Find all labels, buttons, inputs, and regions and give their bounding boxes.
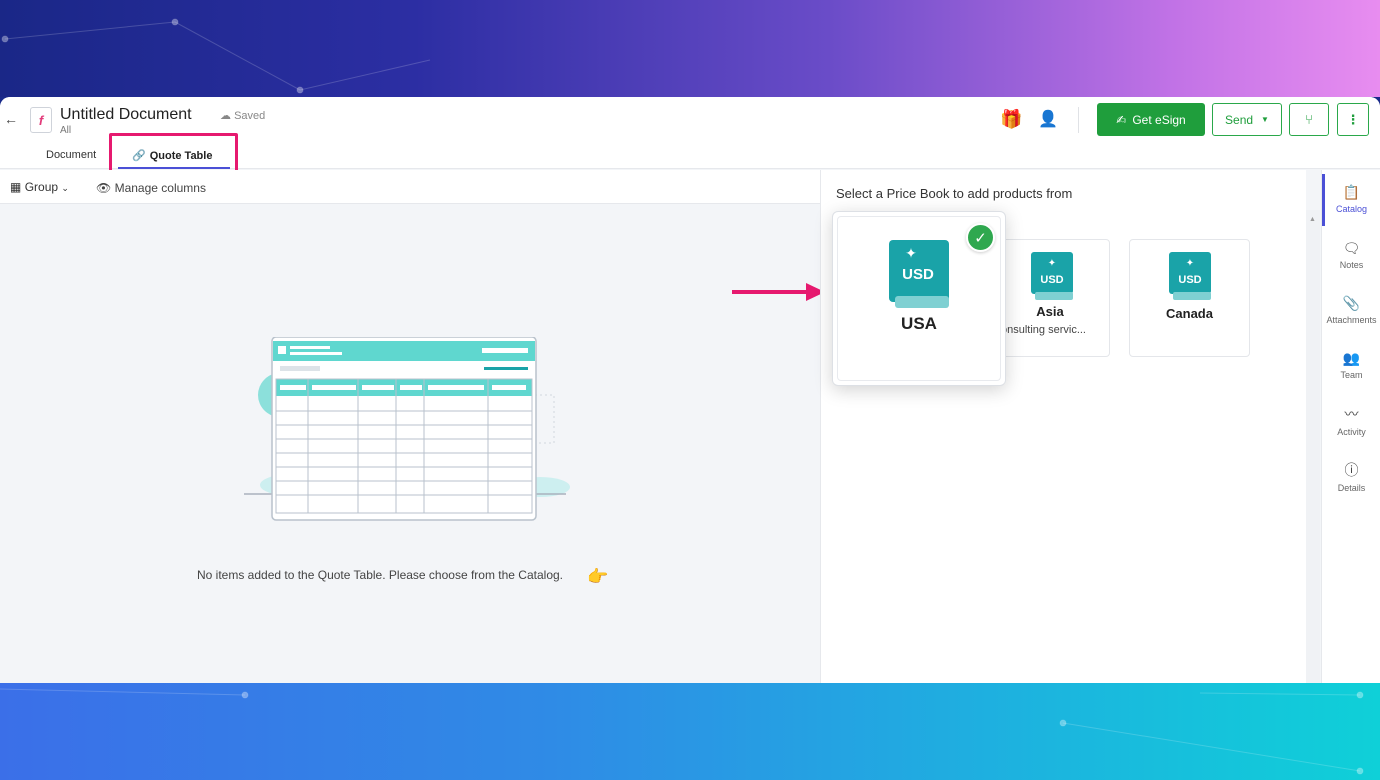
background-bottom	[0, 683, 1380, 780]
get-esign-button[interactable]: ✍ Get eSign	[1097, 103, 1205, 136]
saved-label: Saved	[234, 110, 266, 122]
paperclip-icon: 📎	[1342, 295, 1361, 311]
saved-status: ☁ Saved	[220, 109, 265, 122]
rail-item-activity[interactable]: 〰 Activity	[1322, 404, 1380, 454]
table-toolbar: ▦ Group ⌄ 👁 Manage columns	[0, 170, 820, 204]
price-book-icon: ✦ USD	[889, 240, 949, 308]
document-title[interactable]: Untitled Document	[60, 106, 192, 124]
network-pattern-bottom	[0, 688, 1364, 775]
arrow-annotation	[732, 283, 825, 301]
rail-item-catalog[interactable]: 📋 Catalog	[1322, 184, 1380, 234]
svg-text:✦: ✦	[1048, 258, 1056, 269]
divider	[1078, 107, 1079, 133]
price-book-name: Asia	[1036, 304, 1064, 319]
document-icon: f	[30, 107, 52, 133]
tab-document[interactable]: Document	[46, 149, 96, 161]
price-book-description: onsulting servic...	[1001, 324, 1086, 336]
price-book-icon: ✦ USD	[1169, 252, 1211, 300]
caret-down-icon: ▼	[1261, 115, 1269, 124]
currency-label: USD	[1178, 274, 1201, 286]
send-button[interactable]: Send ▼	[1212, 103, 1282, 136]
currency-label: USD	[902, 266, 934, 283]
svg-text:✦: ✦	[905, 246, 917, 262]
price-book-card-canada[interactable]: ✦ USD Canada	[1129, 239, 1250, 357]
app-window: ← f Untitled Document All ☁ Saved Docume…	[0, 97, 1380, 683]
group-label: Group	[24, 180, 59, 194]
group-icon: ▦	[10, 180, 22, 194]
clipboard-icon: 📋	[1342, 184, 1361, 200]
share-flow-button[interactable]: ⑂	[1289, 103, 1329, 136]
right-rail: 📋 Catalog 🗨 Notes 📎 Attachments 👥 Team 〰…	[1321, 170, 1380, 683]
currency-label: USD	[1040, 274, 1063, 286]
chevron-down-icon: ⌄	[61, 183, 69, 193]
cloud-check-icon: ☁	[220, 110, 231, 122]
manage-columns-button[interactable]: 👁 Manage columns	[96, 181, 206, 195]
price-book-card-asia[interactable]: ✦ USD Asia onsulting servic...	[990, 239, 1110, 357]
info-icon: ⓘ	[1344, 462, 1359, 478]
branch-icon: ⑂	[1305, 112, 1313, 127]
selected-check-icon: ✓	[966, 223, 995, 252]
eye-icon: 👁	[96, 181, 112, 195]
group-button[interactable]: ▦ Group ⌄	[10, 180, 69, 194]
rail-label: Activity	[1337, 427, 1366, 437]
network-pattern	[1, 18, 431, 94]
svg-text:✦: ✦	[1186, 258, 1194, 269]
background-top	[0, 0, 1380, 97]
price-book-name: USA	[901, 314, 937, 333]
scroll-up-icon[interactable]: ▲	[1309, 216, 1316, 223]
esign-icon: ✍	[1116, 112, 1127, 127]
back-arrow-icon[interactable]: ←	[4, 111, 18, 127]
notes-icon: 🗨	[1342, 240, 1361, 256]
rail-label: Notes	[1339, 260, 1364, 270]
rail-item-details[interactable]: ⓘ Details	[1322, 460, 1380, 510]
rail-item-attachments[interactable]: 📎 Attachments	[1322, 295, 1380, 345]
more-options-button[interactable]: ⋮	[1337, 103, 1369, 136]
header: ← f Untitled Document All ☁ Saved Docume…	[0, 97, 1380, 177]
empty-table-illustration	[244, 337, 570, 521]
team-icon: 👥	[1342, 350, 1361, 366]
send-label: Send	[1225, 112, 1254, 127]
rail-label: Team	[1340, 370, 1363, 380]
rail-label: Attachments	[1326, 315, 1377, 325]
panel-scrollbar[interactable]: ▲	[1306, 210, 1320, 683]
rail-label: Details	[1337, 483, 1366, 493]
rail-label: Catalog	[1335, 204, 1368, 214]
rail-item-team[interactable]: 👥 Team	[1322, 350, 1380, 400]
user-settings-icon[interactable]: 👤	[1038, 109, 1058, 129]
empty-state-message: No items added to the Quote Table. Pleas…	[197, 568, 563, 582]
price-book-name: Canada	[1166, 306, 1213, 321]
rail-item-notes[interactable]: 🗨 Notes	[1322, 240, 1380, 290]
more-label: ⋮	[1346, 111, 1360, 127]
manage-columns-label: Manage columns	[114, 181, 206, 195]
catalog-title: Select a Price Book to add products from	[836, 186, 1073, 201]
activity-icon: 〰	[1344, 406, 1359, 422]
document-subtitle: All	[60, 125, 72, 136]
gift-icon[interactable]: 🎁	[1000, 109, 1022, 130]
esign-label: Get eSign	[1132, 112, 1186, 127]
pointing-hand-icon: 👉	[587, 567, 609, 586]
price-book-icon: ✦ USD	[1031, 252, 1073, 300]
